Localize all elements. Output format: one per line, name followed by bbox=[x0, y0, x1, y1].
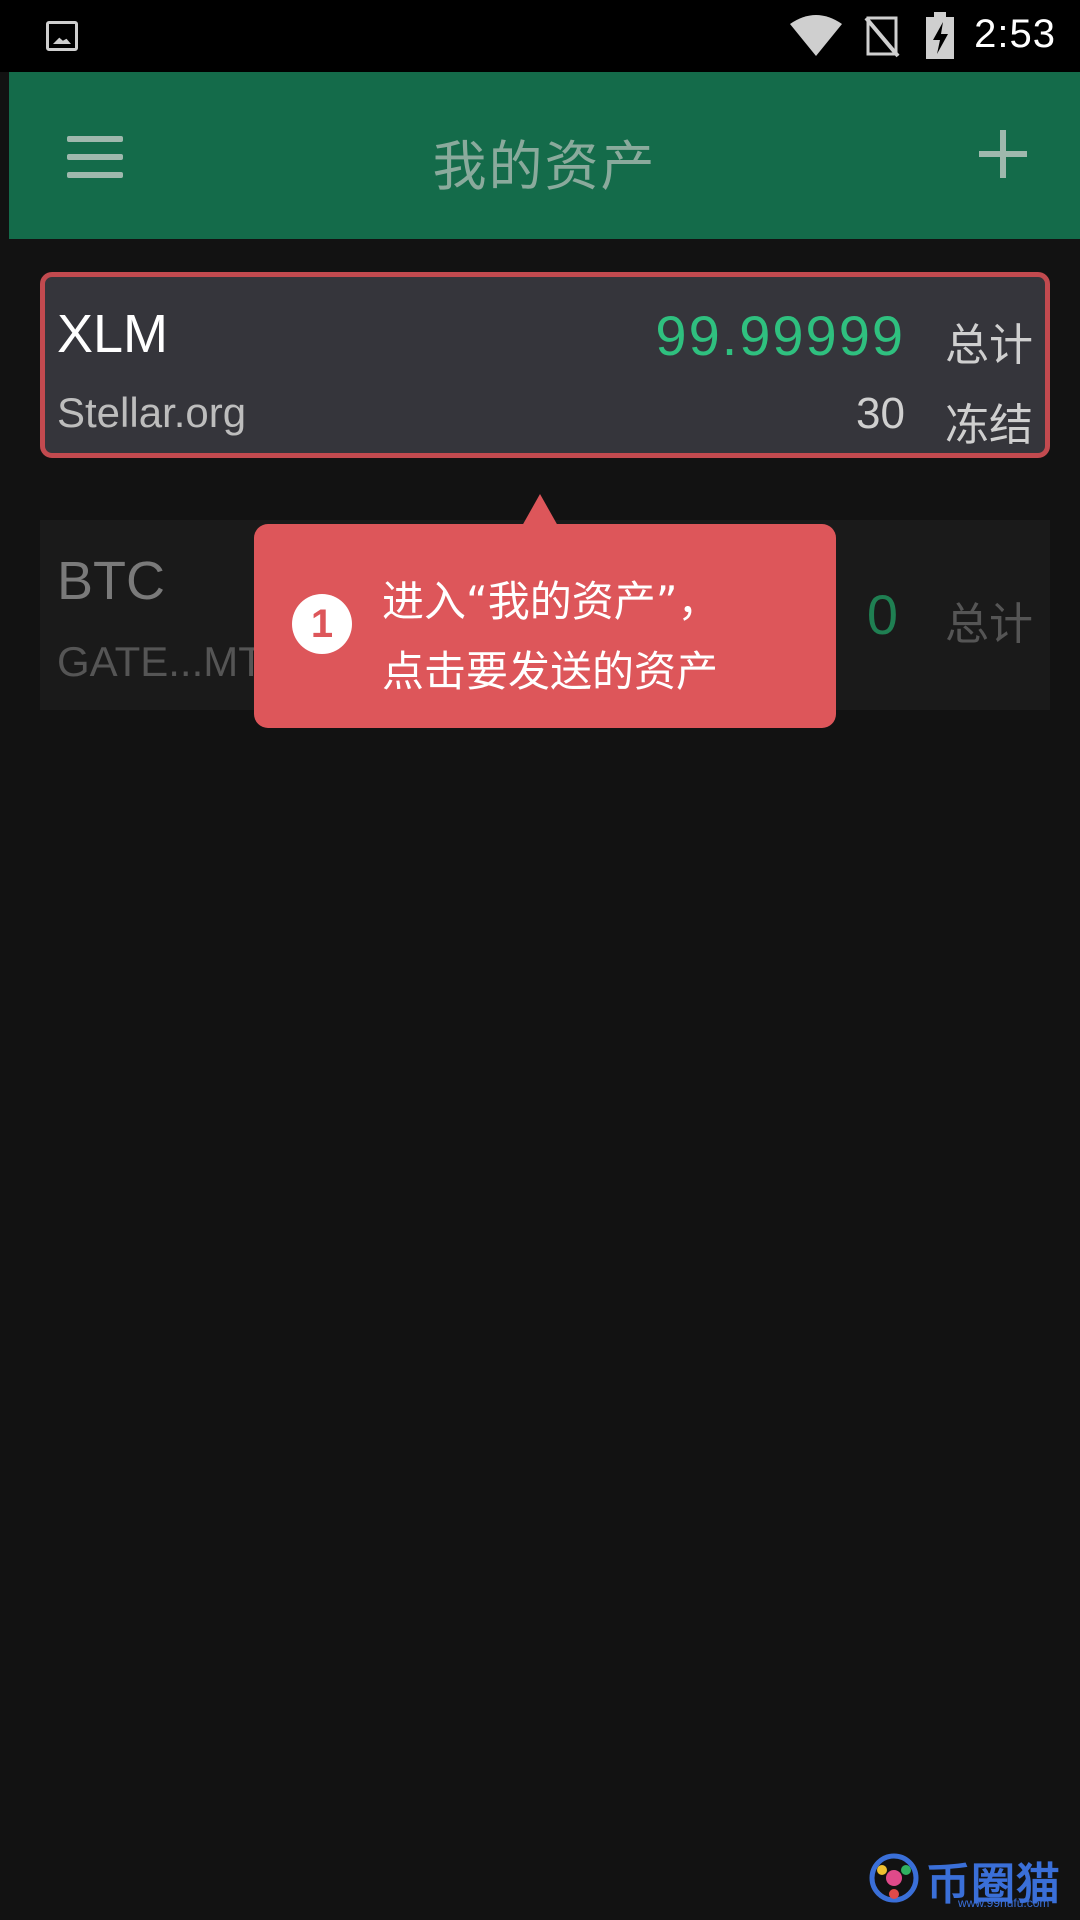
asset-total-label: 总计 bbox=[945, 599, 1033, 650]
watermark: 币圈猫子 www.99hufu.com bbox=[862, 1842, 1072, 1914]
asset-card-xlm[interactable]: XLM Stellar.org 99.99999 总计 30 冻结 bbox=[40, 272, 1050, 458]
asset-total-value: 99.99999 bbox=[655, 304, 905, 367]
tutorial-callout: 1 进入“我的资产”， 点击要发送的资产 bbox=[254, 494, 836, 728]
no-signal-icon bbox=[864, 16, 900, 58]
status-bar: 2:53 bbox=[0, 0, 1080, 72]
callout-text-line-2: 点击要发送的资产 bbox=[382, 647, 719, 696]
asset-total-value: 0 bbox=[866, 583, 900, 646]
callout-text-line-1: 进入“我的资产”， bbox=[382, 577, 720, 626]
asset-total-label: 总计 bbox=[945, 320, 1033, 371]
battery-charging-icon bbox=[926, 12, 954, 59]
gallery-icon bbox=[46, 21, 78, 51]
asset-issuer: GATE...MT bbox=[57, 638, 264, 685]
asset-frozen-value: 30 bbox=[856, 389, 905, 438]
asset-frozen-label: 冻结 bbox=[945, 400, 1033, 451]
wifi-icon bbox=[790, 15, 842, 56]
watermark-logo-icon bbox=[869, 1853, 919, 1903]
app-bar: 我的资产 bbox=[9, 72, 1080, 239]
page-title: 我的资产 bbox=[432, 135, 657, 198]
watermark-url: www.99hufu.com bbox=[958, 1896, 1050, 1910]
callout-arrow bbox=[522, 494, 558, 526]
step-badge: 1 bbox=[292, 594, 352, 654]
asset-code: XLM bbox=[57, 304, 169, 364]
status-time: 2:53 bbox=[974, 12, 1056, 56]
add-icon[interactable] bbox=[979, 130, 1027, 178]
asset-code: BTC bbox=[57, 551, 165, 611]
screen: 2:53 我的资产 XLM Stellar.org 99.99999 总计 30… bbox=[0, 0, 1080, 1920]
asset-issuer: Stellar.org bbox=[57, 389, 247, 436]
